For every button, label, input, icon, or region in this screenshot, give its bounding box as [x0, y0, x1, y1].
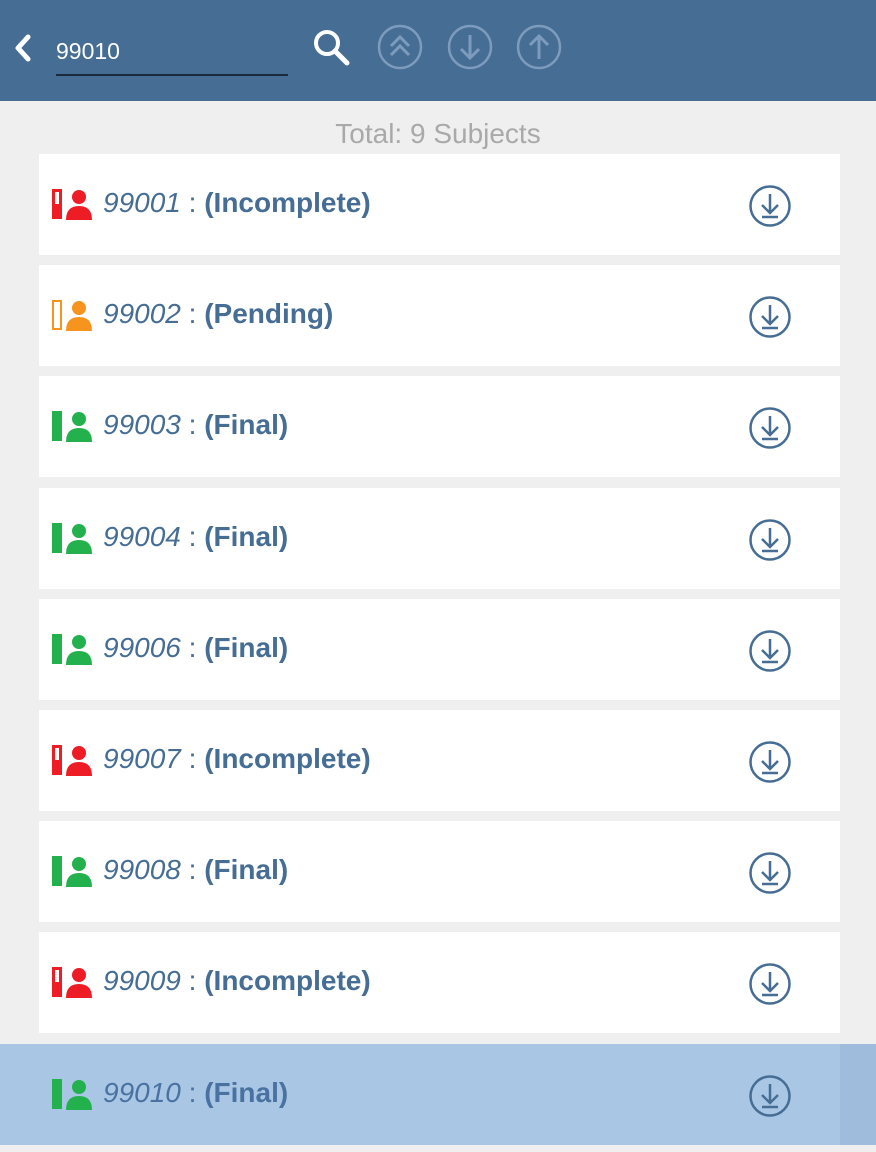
- subject-row-content: 99002 : (Pending): [39, 265, 840, 366]
- download-button[interactable]: [748, 295, 792, 339]
- download-circle-icon: [749, 407, 791, 449]
- arrow-down-circle-icon: [447, 24, 493, 70]
- final-subject-status-icon: [52, 1079, 92, 1110]
- back-button[interactable]: [8, 28, 38, 68]
- subject-id: 99008: [103, 854, 181, 885]
- subject-row[interactable]: 99009 : (Incomplete): [39, 932, 840, 1033]
- download-button[interactable]: [748, 740, 792, 784]
- final-subject-status-icon: [52, 856, 92, 887]
- subject-row-content: 99006 : (Final): [39, 599, 840, 700]
- subject-separator: :: [180, 743, 205, 774]
- subject-row-content: 99003 : (Final): [39, 376, 840, 477]
- download-button[interactable]: [748, 184, 792, 228]
- subject-label: 99007 : (Incomplete): [103, 743, 371, 775]
- download-circle-icon: [749, 519, 791, 561]
- previous-match-button[interactable]: [516, 24, 562, 70]
- subject-row[interactable]: 99010 : (Final): [0, 1044, 876, 1145]
- subject-label: 99008 : (Final): [103, 854, 288, 886]
- incomplete-subject-status-icon: [52, 745, 92, 776]
- subject-separator: :: [180, 965, 205, 996]
- subject-row[interactable]: 99007 : (Incomplete): [39, 710, 840, 811]
- subject-row-content: 99001 : (Incomplete): [39, 154, 840, 255]
- subject-separator: :: [180, 409, 205, 440]
- total-subjects-label: Total: 9 Subjects: [335, 118, 541, 149]
- double-chevron-up-circle-icon: [377, 24, 423, 70]
- subject-row-content: 99007 : (Incomplete): [39, 710, 840, 811]
- subject-status: (Final): [204, 632, 289, 663]
- subject-separator: :: [180, 187, 205, 218]
- subject-row[interactable]: 99003 : (Final): [39, 376, 840, 477]
- subject-id: 99001: [103, 187, 181, 218]
- arrow-up-circle-icon: [516, 24, 562, 70]
- subject-status: (Final): [204, 409, 289, 440]
- pending-subject-status-icon: [52, 300, 92, 331]
- final-subject-status-icon: [52, 634, 92, 665]
- subject-label: 99003 : (Final): [103, 409, 288, 441]
- download-button[interactable]: [748, 851, 792, 895]
- final-subject-status-icon: [52, 523, 92, 554]
- download-circle-icon: [749, 852, 791, 894]
- search-icon: [314, 30, 350, 66]
- subject-row[interactable]: 99006 : (Final): [39, 599, 840, 700]
- download-circle-icon: [749, 963, 791, 1005]
- subject-id: 99009: [103, 965, 181, 996]
- subject-row[interactable]: 99002 : (Pending): [39, 265, 840, 366]
- subject-status: (Final): [204, 521, 289, 552]
- subject-status: (Incomplete): [204, 965, 371, 996]
- subject-separator: :: [180, 632, 205, 663]
- subject-row[interactable]: 99001 : (Incomplete): [39, 154, 840, 255]
- subject-id: 99002: [103, 298, 181, 329]
- subject-id: 99010: [103, 1077, 181, 1108]
- subject-label: 99002 : (Pending): [103, 298, 333, 330]
- subject-status: (Pending): [204, 298, 334, 329]
- download-circle-icon: [749, 1075, 791, 1117]
- download-button[interactable]: [748, 629, 792, 673]
- subject-separator: :: [180, 521, 205, 552]
- subject-status: (Incomplete): [204, 743, 371, 774]
- download-circle-icon: [749, 185, 791, 227]
- top-toolbar: [0, 0, 876, 101]
- download-button[interactable]: [748, 1074, 792, 1118]
- subject-row[interactable]: 99004 : (Final): [39, 488, 840, 589]
- chevron-left-icon: [15, 34, 31, 62]
- subject-separator: :: [180, 1077, 205, 1108]
- subject-status: (Final): [204, 854, 289, 885]
- final-subject-status-icon: [52, 411, 92, 442]
- subject-label: 99010 : (Final): [103, 1077, 288, 1109]
- subject-label: 99009 : (Incomplete): [103, 965, 371, 997]
- download-button[interactable]: [748, 962, 792, 1006]
- subject-id: 99006: [103, 632, 181, 663]
- subject-row-content: 99004 : (Final): [39, 488, 840, 589]
- download-circle-icon: [749, 741, 791, 783]
- subject-row-content: 99010 : (Final): [39, 1044, 840, 1145]
- subject-label: 99001 : (Incomplete): [103, 187, 371, 219]
- download-button[interactable]: [748, 518, 792, 562]
- subject-id: 99004: [103, 521, 181, 552]
- incomplete-subject-status-icon: [52, 967, 92, 998]
- subject-row[interactable]: 99008 : (Final): [39, 821, 840, 922]
- subject-separator: :: [180, 854, 205, 885]
- download-button[interactable]: [748, 406, 792, 450]
- jump-to-top-button[interactable]: [377, 24, 423, 70]
- subject-id: 99007: [103, 743, 181, 774]
- download-circle-icon: [749, 630, 791, 672]
- subject-status: (Final): [204, 1077, 289, 1108]
- incomplete-subject-status-icon: [52, 189, 92, 220]
- download-circle-icon: [749, 296, 791, 338]
- subject-label: 99004 : (Final): [103, 521, 288, 553]
- subject-id: 99003: [103, 409, 181, 440]
- subject-separator: :: [180, 298, 205, 329]
- subject-row-content: 99009 : (Incomplete): [39, 932, 840, 1033]
- subject-label: 99006 : (Final): [103, 632, 288, 664]
- subject-row-content: 99008 : (Final): [39, 821, 840, 922]
- search-input[interactable]: [56, 22, 288, 76]
- subject-status: (Incomplete): [204, 187, 371, 218]
- scrollbar[interactable]: [840, 1044, 876, 1145]
- next-match-button[interactable]: [447, 24, 493, 70]
- search-button[interactable]: [308, 24, 354, 70]
